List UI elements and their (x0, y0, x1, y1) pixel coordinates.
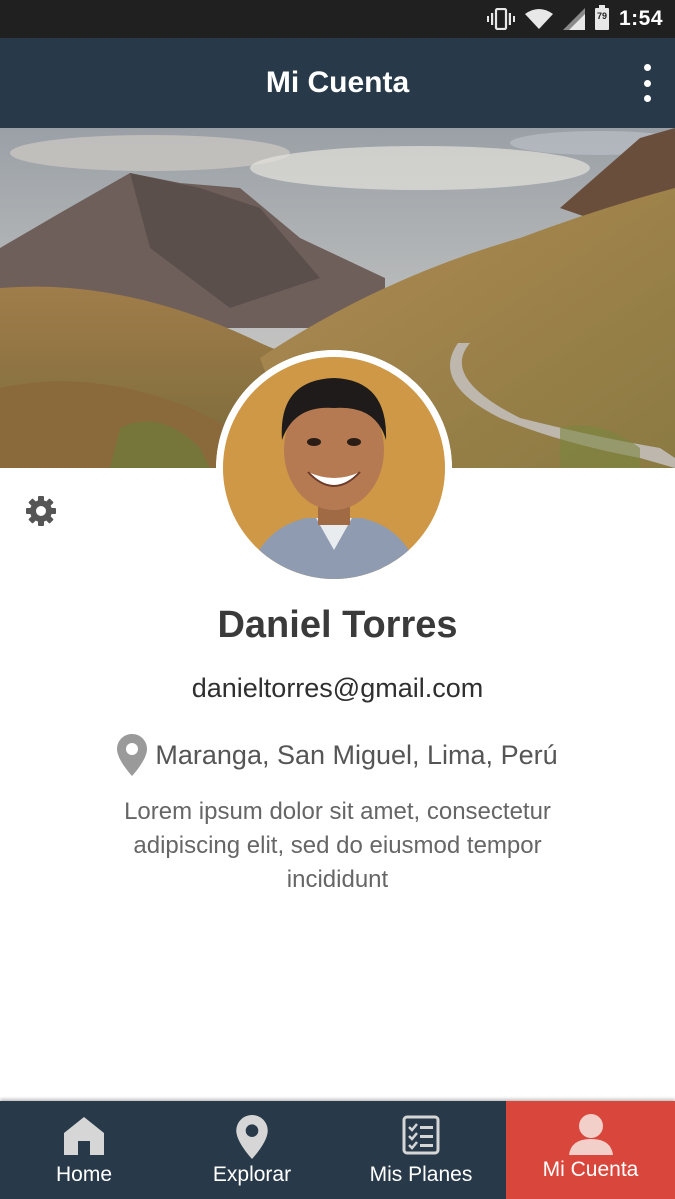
location-text: Maranga, San Miguel, Lima, Perú (155, 739, 558, 770)
avatar (216, 350, 452, 586)
tab-label: Mis Planes (369, 1163, 473, 1186)
gear-icon (26, 496, 56, 526)
more-vert-icon[interactable] (641, 64, 653, 102)
wifi-icon (524, 9, 553, 29)
map-pin-icon (236, 1115, 268, 1159)
tab-label: Home (55, 1163, 113, 1186)
user-icon (568, 1114, 613, 1155)
map-pin-icon (117, 734, 148, 776)
status-icons: 79 1:54 (486, 0, 663, 38)
battery-icon: 79 (594, 5, 609, 30)
app-bar: Mi Cuenta (0, 38, 675, 128)
tab-explorar[interactable]: Explorar (168, 1101, 336, 1199)
profile-photo (216, 350, 452, 586)
tab-label: Explorar (212, 1163, 292, 1186)
home-icon (64, 1117, 104, 1155)
tab-label: Mi Cuenta (542, 1158, 639, 1181)
settings-button[interactable] (23, 493, 59, 529)
profile-location: Maranga, San Miguel, Lima, Perú (0, 732, 675, 778)
profile-name: Daniel Torres (217, 604, 458, 646)
checklist-icon (402, 1115, 440, 1155)
status-time: 1:54 (618, 7, 663, 30)
signal-icon (562, 8, 585, 30)
tab-home[interactable]: Home (0, 1101, 168, 1199)
vibrate-icon (486, 8, 515, 30)
status-bar: 79 1:54 (0, 0, 675, 38)
tab-mis-planes[interactable]: Mis Planes (336, 1101, 506, 1199)
profile-email: danieltorres@gmail.com (191, 673, 484, 703)
profile-bio: Lorem ipsum dolor sit amet, consectetur … (124, 798, 551, 893)
tab-mi-cuenta[interactable]: Mi Cuenta (506, 1101, 675, 1199)
page-title: Mi Cuenta (265, 66, 410, 99)
bottom-nav: Home Explorar Mis Planes Mi Cuenta (0, 1101, 675, 1199)
battery-level: 79 (596, 11, 607, 21)
